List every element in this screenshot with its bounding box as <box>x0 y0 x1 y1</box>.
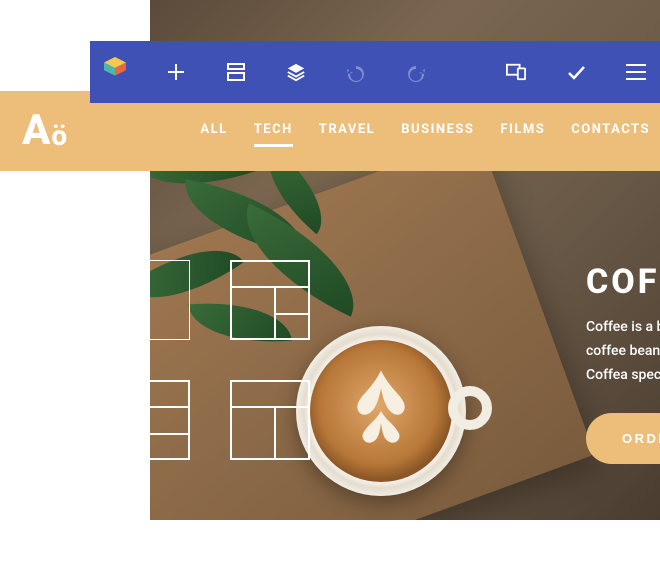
nav-link-business[interactable]: BUSINESS <box>401 122 474 141</box>
nav-link-all[interactable]: ALL <box>200 122 227 141</box>
latte-art-icon <box>336 361 426 461</box>
hero-title: COFFEE SHO <box>586 262 660 302</box>
layout-preset-rows[interactable] <box>110 380 190 460</box>
layout-preset-blank[interactable] <box>110 260 190 340</box>
app-logo-icon[interactable] <box>104 57 126 87</box>
redo-icon[interactable] <box>406 62 426 82</box>
order-online-button[interactable]: ORDER ONLINE <box>586 413 660 464</box>
hero-copy: COFFEE SHO Coffee is a brewed drink prep… <box>586 262 660 464</box>
site-logo[interactable]: Aö <box>22 110 66 152</box>
editor-toolbar <box>90 41 660 103</box>
done-icon[interactable] <box>566 62 586 82</box>
layout-preset-header-sidebar[interactable] <box>230 260 310 340</box>
undo-icon[interactable] <box>346 62 366 82</box>
layers-icon[interactable] <box>286 62 306 82</box>
nav-link-contacts[interactable]: CONTACTS <box>571 122 650 141</box>
nav-links: ALL TECH TRAVEL BUSINESS FILMS CONTACTS <box>200 122 650 141</box>
nav-link-travel[interactable]: TRAVEL <box>319 122 375 141</box>
devices-icon[interactable] <box>506 62 526 82</box>
site-navbar: Aö ALL TECH TRAVEL BUSINESS FILMS CONTAC… <box>0 91 660 171</box>
hero-coffee-cup <box>296 326 466 496</box>
nav-link-tech[interactable]: TECH <box>254 122 293 141</box>
section-icon[interactable] <box>226 62 246 82</box>
layout-preset-header-two-col[interactable] <box>230 380 310 460</box>
hero-description: Coffee is a brewed drink prepare coffee … <box>586 316 660 387</box>
nav-link-films[interactable]: FILMS <box>500 122 545 141</box>
menu-icon[interactable] <box>626 62 646 82</box>
add-icon[interactable] <box>166 62 186 82</box>
